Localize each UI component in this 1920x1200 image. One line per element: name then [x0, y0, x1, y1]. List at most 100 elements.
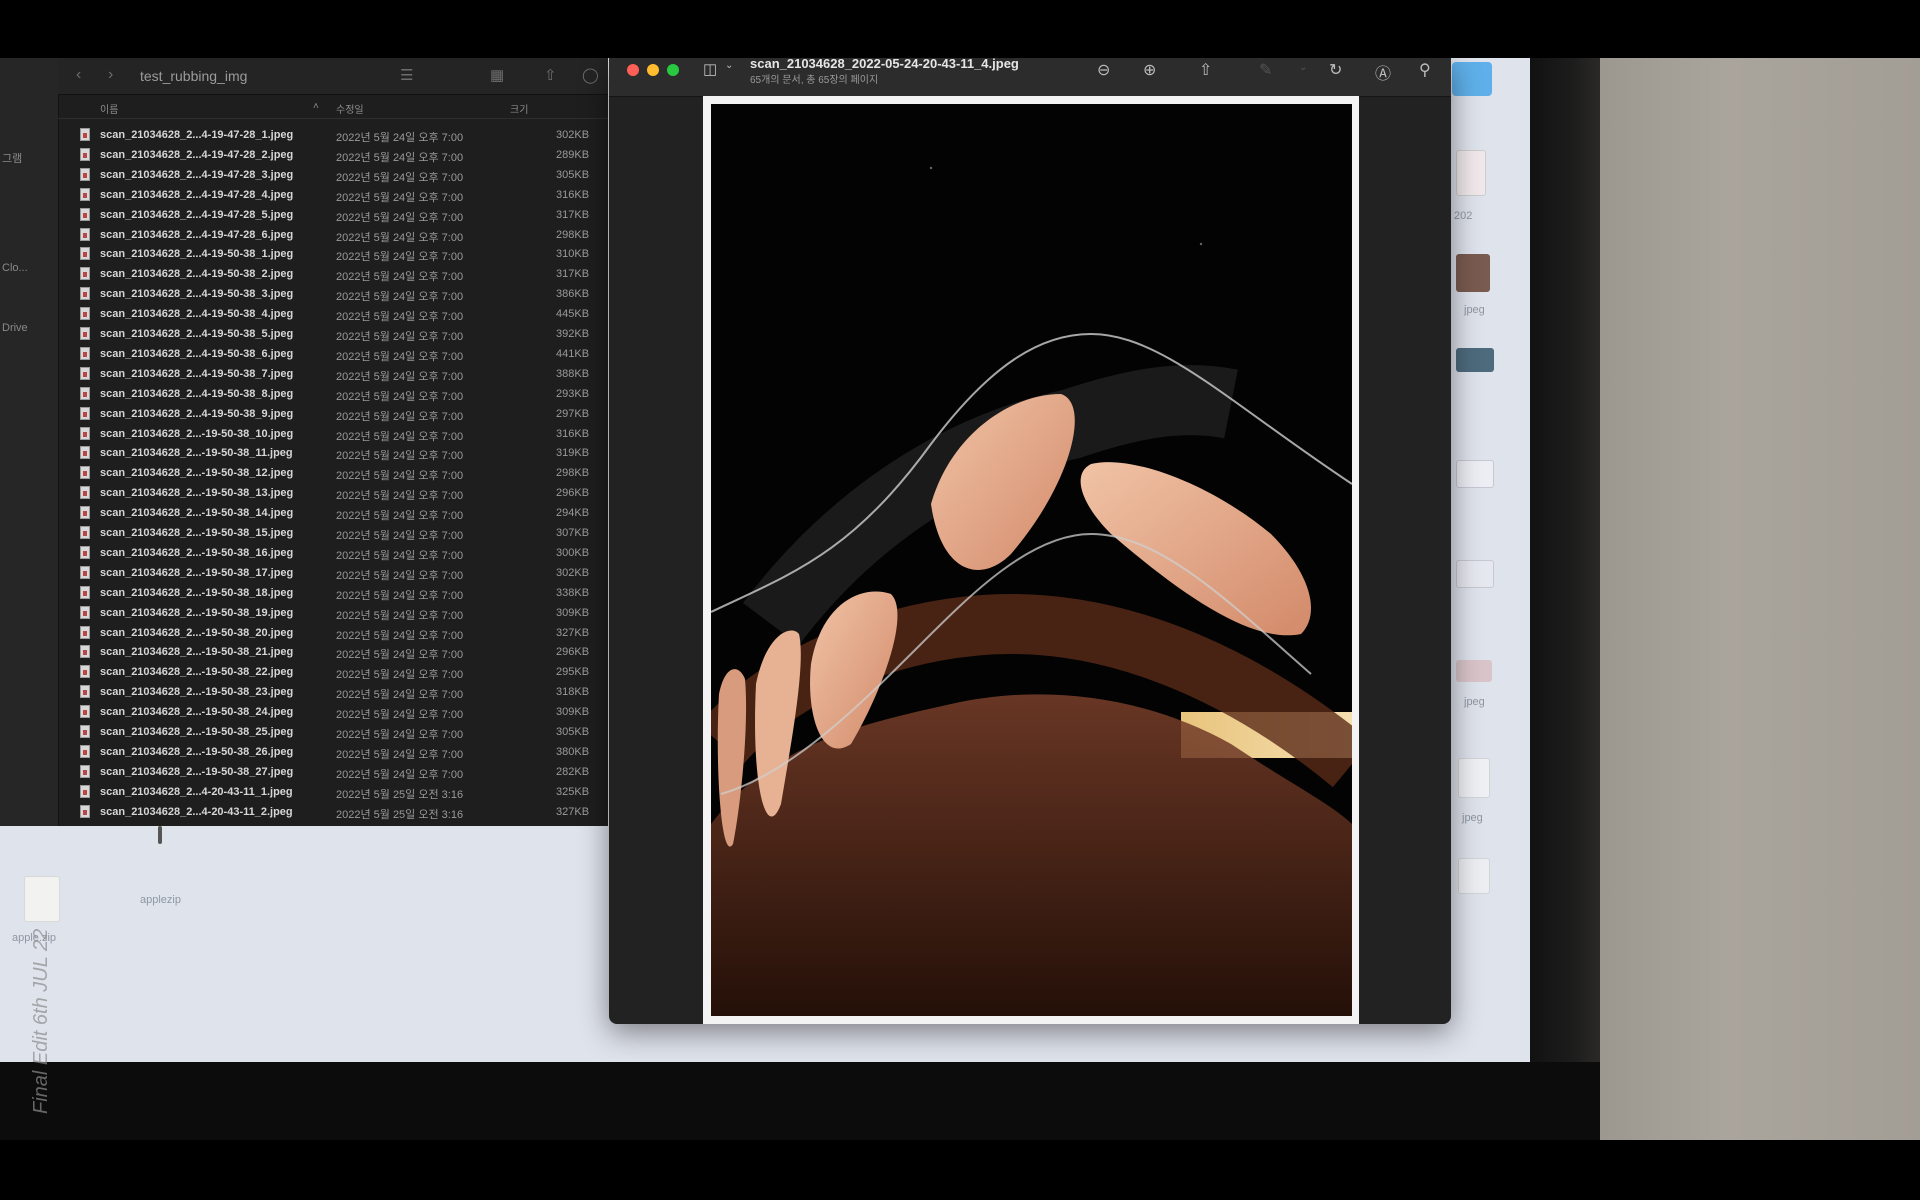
table-row[interactable]: scan_21034628_2...-19-50-38_23.jpeg 2022년…	[58, 683, 608, 703]
file-date: 2022년 5월 24일 오후 7:00	[336, 748, 464, 761]
table-row[interactable]: scan_21034628_2...4-19-50-38_3.jpeg 2022년…	[58, 285, 608, 305]
jpeg-file-icon	[80, 705, 90, 719]
table-row[interactable]: scan_21034628_2...-19-50-38_26.jpeg 2022년…	[58, 743, 608, 763]
file-date: 2022년 5월 24일 오후 7:00	[336, 549, 464, 562]
table-row[interactable]: scan_21034628_2...-19-50-38_27.jpeg 2022년…	[58, 763, 608, 783]
sidebar-item[interactable]: Clo...	[2, 262, 28, 274]
annotate-icon[interactable]: Ⓐ	[1375, 60, 1391, 84]
zoom-out-icon[interactable]: ⊖	[1097, 60, 1110, 80]
table-row[interactable]: scan_21034628_2...4-19-47-28_1.jpeg 2022년…	[58, 126, 608, 146]
file-size: 307KB	[556, 527, 590, 539]
table-row[interactable]: scan_21034628_2...4-19-50-38_8.jpeg 2022년…	[58, 385, 608, 405]
column-header-name[interactable]: 이름	[100, 101, 118, 116]
desktop-file-icon-7[interactable]: jpeg	[1452, 758, 1522, 828]
close-button[interactable]	[627, 64, 639, 76]
table-row[interactable]: scan_21034628_2...4-20-43-11_2.jpeg 2022년…	[58, 803, 608, 823]
file-size: 318KB	[556, 686, 590, 699]
zoom-in-icon[interactable]: ⊕	[1143, 60, 1156, 80]
sidebar-item[interactable]: 그램	[2, 150, 22, 166]
table-row[interactable]: scan_21034628_2...4-19-50-38_1.jpeg 2022년…	[58, 245, 608, 265]
markup-pen-icon[interactable]: ✎	[1259, 60, 1272, 80]
desktop-image-icon-4[interactable]	[1452, 460, 1522, 530]
desktop-icon-zip-2[interactable]: applezip	[140, 826, 210, 906]
table-row[interactable]: scan_21034628_2...-19-50-38_15.jpeg 2022년…	[58, 524, 608, 544]
desktop-image-icon-1[interactable]: 202	[1452, 150, 1522, 240]
desktop-image-icon-3[interactable]	[1452, 348, 1522, 418]
chevron-down-icon[interactable]: ⌄	[725, 60, 733, 71]
table-row[interactable]: scan_21034628_2...4-19-50-38_7.jpeg 2022년…	[58, 365, 608, 385]
share-icon[interactable]: ⇧	[544, 66, 557, 84]
forward-arrow-icon[interactable]: ›	[108, 66, 113, 84]
file-name: scan_21034628_2...-19-50-38_21.jpeg	[100, 646, 294, 659]
desktop-image-icon-5[interactable]	[1452, 560, 1522, 630]
rotate-icon[interactable]: ↻	[1329, 60, 1342, 80]
table-row[interactable]: scan_21034628_2...-19-50-38_25.jpeg 2022년…	[58, 723, 608, 743]
back-arrow-icon[interactable]: ‹	[76, 66, 81, 84]
desktop-file-icon-8[interactable]	[1452, 858, 1522, 928]
share-icon[interactable]: ⇧	[1199, 60, 1212, 80]
document-image	[711, 104, 1352, 1016]
table-row[interactable]: scan_21034628_2...-19-50-38_17.jpeg 2022년…	[58, 564, 608, 584]
table-row[interactable]: scan_21034628_2...4-19-50-38_5.jpeg 2022년…	[58, 325, 608, 345]
table-row[interactable]: scan_21034628_2...4-19-50-38_6.jpeg 2022년…	[58, 345, 608, 365]
table-row[interactable]: scan_21034628_2...-19-50-38_12.jpeg 2022년…	[58, 464, 608, 484]
table-row[interactable]: scan_21034628_2...4-19-50-38_2.jpeg 2022년…	[58, 265, 608, 285]
table-row[interactable]: scan_21034628_2...-19-50-38_21.jpeg 2022년…	[58, 643, 608, 663]
desktop-image-icon-2[interactable]: jpeg	[1452, 254, 1522, 324]
tag-icon[interactable]: ◯	[582, 66, 599, 84]
column-header-date[interactable]: 수정일	[336, 101, 364, 116]
search-icon[interactable]: ⚲	[1419, 60, 1431, 80]
table-row[interactable]: scan_21034628_2...-19-50-38_11.jpeg 2022년…	[58, 444, 608, 464]
table-row[interactable]: scan_21034628_2...-19-50-38_20.jpeg 2022년…	[58, 624, 608, 644]
file-size: 282KB	[556, 765, 590, 778]
table-row[interactable]: scan_21034628_2...-19-50-38_10.jpeg 2022년…	[58, 425, 608, 445]
table-row[interactable]: scan_21034628_2...-19-50-38_13.jpeg 2022년…	[58, 484, 608, 504]
zoom-button[interactable]	[667, 64, 679, 76]
table-row[interactable]: scan_21034628_2...4-19-47-28_2.jpeg 2022년…	[58, 146, 608, 166]
file-date: 2022년 5월 24일 오후 7:00	[336, 311, 464, 324]
table-row[interactable]: scan_21034628_2...-19-50-38_14.jpeg 2022년…	[58, 504, 608, 524]
file-date: 2022년 5월 24일 오후 7:00	[336, 669, 464, 682]
sort-chevron-icon[interactable]: ˄	[313, 101, 319, 112]
table-row[interactable]: scan_21034628_2...-19-50-38_18.jpeg 2022년…	[58, 584, 608, 604]
file-size: 298KB	[556, 467, 590, 480]
table-row[interactable]: scan_21034628_2...4-19-47-28_4.jpeg 2022년…	[58, 186, 608, 206]
jpeg-file-icon	[80, 207, 90, 221]
file-size: 386KB	[556, 288, 590, 301]
table-row[interactable]: scan_21034628_2...4-19-47-28_6.jpeg 2022년…	[58, 226, 608, 246]
sidebar-item[interactable]: Drive	[2, 322, 28, 334]
table-row[interactable]: scan_21034628_2...-19-50-38_24.jpeg 2022년…	[58, 703, 608, 723]
column-header-size[interactable]: 크기	[510, 101, 528, 116]
image-thumbnail-icon	[1456, 460, 1494, 488]
file-size: 316KB	[556, 188, 590, 201]
sidebar-toggle-icon[interactable]: ◫	[703, 60, 717, 78]
file-size: 302KB	[556, 129, 590, 141]
table-row[interactable]: scan_21034628_2...-19-50-38_22.jpeg 2022년…	[58, 663, 608, 683]
jpeg-file-icon	[80, 526, 90, 539]
file-size: 309KB	[556, 706, 590, 719]
file-date: 2022년 5월 24일 오후 7:00	[336, 331, 464, 343]
file-name: scan_21034628_2...-19-50-38_17.jpeg	[100, 566, 294, 579]
list-view-icon[interactable]: ☰	[400, 66, 413, 84]
file-name: scan_21034628_2...4-19-50-38_8.jpeg	[100, 387, 294, 400]
file-size: 302KB	[556, 566, 590, 579]
chevron-down-icon[interactable]: ⌄	[1299, 62, 1307, 73]
table-row[interactable]: scan_21034628_2...4-20-43-11_1.jpeg 2022년…	[58, 783, 608, 803]
minimize-button[interactable]	[647, 64, 659, 76]
jpeg-file-icon	[80, 685, 90, 699]
table-row[interactable]: scan_21034628_2...4-19-47-28_5.jpeg 2022년…	[58, 206, 608, 226]
file-date: 2022년 5월 24일 오후 7:00	[336, 291, 464, 304]
file-size: 294KB	[556, 507, 590, 520]
file-name: scan_21034628_2...-19-50-38_27.jpeg	[100, 765, 294, 778]
table-row[interactable]: scan_21034628_2...4-19-47-28_3.jpeg 2022년…	[58, 166, 608, 186]
file-name: scan_21034628_2...-19-50-38_11.jpeg	[100, 447, 293, 460]
table-row[interactable]: scan_21034628_2...4-19-50-38_9.jpeg 2022년…	[58, 405, 608, 425]
table-row[interactable]: scan_21034628_2...4-19-50-38_4.jpeg 2022년…	[58, 305, 608, 325]
jpeg-file-icon	[80, 565, 90, 579]
desktop-image-icon-6[interactable]: jpeg	[1452, 660, 1522, 730]
table-row[interactable]: scan_21034628_2...-19-50-38_19.jpeg 2022년…	[58, 604, 608, 624]
desktop-folder-icon[interactable]	[1452, 62, 1492, 102]
table-row[interactable]: scan_21034628_2...-19-50-38_16.jpeg 2022년…	[58, 544, 608, 564]
file-name: scan_21034628_2...-19-50-38_12.jpeg	[100, 467, 294, 480]
grid-view-icon[interactable]: ▦	[490, 66, 504, 84]
